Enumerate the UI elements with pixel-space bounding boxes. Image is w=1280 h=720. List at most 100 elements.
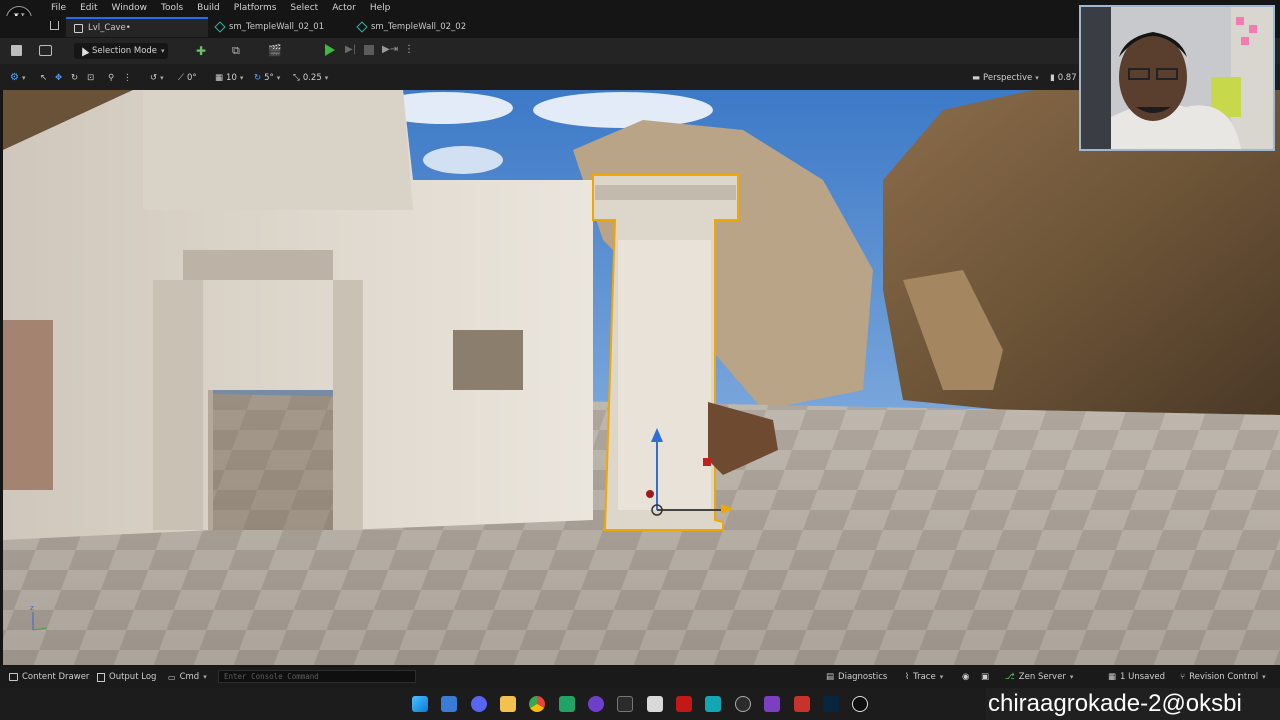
diagnostics-label: Diagnostics	[838, 672, 888, 682]
tab-lvl-cave[interactable]: Lvl_Cave•	[66, 17, 208, 37]
windows-start-icon[interactable]	[412, 696, 428, 712]
output-log-icon	[97, 672, 105, 682]
level-viewport[interactable]: z	[3, 90, 1280, 665]
camera-icon: ▬	[972, 72, 981, 83]
home-icon[interactable]	[50, 21, 59, 30]
cursor-icon	[78, 45, 90, 57]
camera-speed-dropdown[interactable]: ▮ 0.87	[1050, 71, 1077, 84]
angle-snap-value: 5°	[264, 72, 274, 83]
menu-tools[interactable]: Tools	[154, 2, 190, 14]
revision-control-dropdown[interactable]: ⑂ Revision Control ▾	[1180, 671, 1266, 683]
chevron-down-icon: ▾	[203, 673, 207, 681]
tab-label: sm_TempleWall_02_01	[229, 22, 325, 32]
select-tool-icon[interactable]: ↖	[40, 71, 47, 84]
grid-icon: ▦	[215, 72, 224, 83]
revision-control-label: Revision Control	[1189, 672, 1259, 682]
camera-speed-icon: ▮	[1050, 72, 1055, 83]
diagnostics-icon: ▤	[826, 672, 835, 682]
vp-more-icon[interactable]: ⋮	[123, 71, 132, 84]
view-mode-dropdown[interactable]: ▬ Perspective ▾	[972, 71, 1039, 84]
obs-icon[interactable]	[735, 696, 751, 712]
angle-snap-toggle[interactable]: ↻ 5° ▾	[254, 71, 280, 84]
chevron-down-icon: ▾	[1069, 673, 1074, 681]
surface-snap-toggle[interactable]: ↺ ▾	[150, 71, 164, 84]
menu-select[interactable]: Select	[283, 2, 325, 14]
step-icon[interactable]: ▶|	[345, 44, 356, 55]
output-log-label: Output Log	[109, 672, 157, 682]
scale-snap-icon: ⤡	[293, 72, 300, 83]
file-explorer-icon[interactable]	[500, 696, 516, 712]
tab-sm-templewall-02-01[interactable]: sm_TempleWall_02_01	[208, 17, 348, 37]
visual-studio-icon[interactable]	[764, 696, 780, 712]
cmd-dropdown[interactable]: ▭ Cmd ▾	[168, 671, 207, 683]
discord-icon[interactable]	[471, 696, 487, 712]
static-mesh-icon	[214, 21, 226, 33]
chevron-down-icon: ▾	[939, 673, 944, 681]
rotation-snap-icon: ⟋	[178, 72, 184, 83]
unreal-engine-icon[interactable]	[852, 696, 868, 712]
unsaved-icon: ▦	[1108, 672, 1117, 682]
cinematics-icon[interactable]: 🎬	[268, 44, 282, 57]
play-icon[interactable]	[325, 44, 335, 56]
diagnostics-button[interactable]: ▤ Diagnostics	[826, 671, 887, 683]
davinci-icon[interactable]	[794, 696, 810, 712]
menu-actor[interactable]: Actor	[325, 2, 363, 14]
selection-mode-label: Selection Mode	[92, 46, 158, 56]
static-mesh-icon	[356, 21, 368, 33]
photoshop-icon[interactable]	[823, 696, 839, 712]
eject-icon[interactable]: ▶⇥	[382, 44, 398, 55]
scale-snap-toggle[interactable]: ⤡ 0.25 ▾	[293, 71, 328, 84]
zen-server-dropdown[interactable]: ⎇ Zen Server ▾	[1005, 671, 1073, 683]
revision-control-icon: ⑂	[1180, 672, 1186, 682]
blueprint-icon[interactable]: ⧉	[232, 44, 240, 58]
screenshot-icon[interactable]: ▣	[981, 671, 989, 683]
terminal-icon[interactable]	[617, 696, 633, 712]
console-command-input[interactable]: Enter Console Command	[218, 670, 416, 683]
chevron-down-icon: ▾	[1262, 673, 1266, 681]
chevron-down-icon: ▾	[161, 47, 165, 55]
unsaved-button[interactable]: ▦ 1 Unsaved	[1108, 671, 1165, 683]
chrome-icon[interactable]	[529, 696, 545, 712]
translate-tool-icon[interactable]: ✥	[55, 71, 62, 84]
selection-mode-dropdown[interactable]: Selection Mode ▾	[74, 43, 168, 59]
zen-server-label: Zen Server	[1018, 672, 1066, 682]
store-icon[interactable]	[441, 696, 457, 712]
snipping-tool-icon[interactable]	[647, 696, 663, 712]
more-options-icon[interactable]: ⋮	[404, 44, 414, 55]
menu-platforms[interactable]: Platforms	[227, 2, 284, 14]
menu-build[interactable]: Build	[190, 2, 227, 14]
stop-icon[interactable]	[364, 45, 374, 55]
camera-speed-value: 0.87	[1057, 72, 1077, 83]
menu-edit[interactable]: Edit	[73, 2, 104, 14]
menu-file[interactable]: File	[44, 2, 73, 14]
github-icon[interactable]	[588, 696, 604, 712]
view-mode-label: Perspective	[983, 72, 1033, 83]
rotation-snap-toggle[interactable]: ⟋ 0°	[178, 71, 197, 84]
rotate-tool-icon[interactable]: ↻	[71, 71, 78, 84]
record-icon[interactable]: ◉	[962, 671, 969, 683]
trace-dropdown[interactable]: ⌇ Trace ▾	[905, 671, 943, 683]
save-icon[interactable]	[11, 45, 22, 56]
svg-text:z: z	[30, 604, 34, 612]
tab-label: sm_TempleWall_02_02	[371, 22, 467, 32]
menu-help[interactable]: Help	[363, 2, 398, 14]
output-log-button[interactable]: Output Log	[97, 671, 156, 683]
watermark-text: chiraagrokade-2@oksbi	[986, 688, 1280, 720]
add-actor-icon[interactable]: ✚	[196, 44, 206, 58]
scale-tool-icon[interactable]: ⊡	[87, 71, 94, 84]
excel-icon[interactable]	[559, 696, 575, 712]
cmd-label: Cmd	[179, 672, 200, 682]
webcam-overlay	[1079, 5, 1275, 151]
content-drawer-button[interactable]: Content Drawer	[9, 671, 89, 683]
viewport-options-icon[interactable]: ⚙ ▾	[10, 71, 25, 84]
terminal-icon: ▭	[168, 672, 176, 682]
grid-snap-toggle[interactable]: ▦ 10 ▾	[215, 71, 243, 84]
menu-window[interactable]: Window	[105, 2, 155, 14]
app-teal-icon[interactable]	[705, 696, 721, 712]
level-icon	[74, 23, 83, 33]
tab-sm-templewall-02-02[interactable]: sm_TempleWall_02_02	[350, 17, 490, 37]
unsaved-label: 1 Unsaved	[1120, 672, 1166, 682]
source-control-icon[interactable]	[39, 45, 52, 56]
app-red-icon[interactable]	[676, 696, 692, 712]
world-space-icon[interactable]: ⚲	[108, 71, 114, 84]
